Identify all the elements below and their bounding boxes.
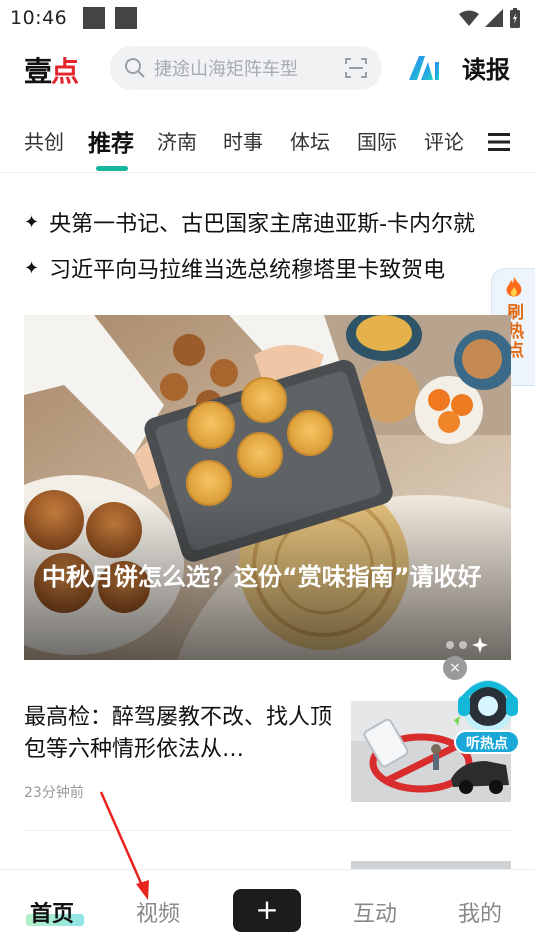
nav-video[interactable]: 视频 <box>136 896 180 928</box>
tab-recommend[interactable]: 推荐 <box>88 124 134 158</box>
battery-icon <box>510 8 520 28</box>
status-time: 10:46 <box>10 7 68 29</box>
search-icon <box>125 58 145 78</box>
active-tab-indicator <box>96 166 128 171</box>
headline-text: 央第一书记、古巴国家主席迪亚斯-卡内尔就 <box>49 212 476 237</box>
tab-jinan[interactable]: 济南 <box>157 126 197 155</box>
status-icons <box>459 8 521 28</box>
nav-mine[interactable]: 我的 <box>458 896 502 928</box>
headline-item[interactable]: ✦ 央第一书记、古巴国家主席迪亚斯-卡内尔就 <box>24 204 524 240</box>
hero-title: 中秋月饼怎么选？这份“赏味指南”请收好 <box>42 563 482 591</box>
status-bar: 10:46 <box>0 0 535 36</box>
hero-card[interactable]: 中秋月饼怎么选？这份“赏味指南”请收好 <box>24 315 511 660</box>
logo-text-right: 点 <box>51 55 79 88</box>
search-bar[interactable]: 捷途山海矩阵车型 <box>110 46 382 90</box>
menu-icon[interactable] <box>488 132 510 152</box>
publish-plus-button[interactable]: + <box>233 889 301 932</box>
notification-icon <box>83 7 106 29</box>
tabs-divider <box>0 172 535 173</box>
nav-interact[interactable]: 互动 <box>353 896 397 928</box>
wifi-icon <box>459 10 479 26</box>
news-timestamp: 23分钟前 <box>24 785 84 801</box>
carousel-dot <box>459 641 467 649</box>
headline-text: 习近平向马拉维当选总统穆塔里卡致贺电 <box>49 258 446 283</box>
notification-icon <box>115 7 138 29</box>
signal-icon <box>485 9 503 27</box>
app-header: 壹点 捷途山海矩阵车型 读报 <box>0 40 535 98</box>
headline-item[interactable]: ✦ 习近平向马拉维当选总统穆塔里卡致贺电 <box>24 250 489 286</box>
carousel-indicator <box>446 637 488 653</box>
carousel-dot <box>446 641 454 649</box>
app-logo[interactable]: 壹点 <box>24 50 79 90</box>
headline-bullet: ✦ <box>24 211 40 233</box>
tab-gongchuang[interactable]: 共创 <box>24 126 64 155</box>
tab-pinglun[interactable]: 评论 <box>424 126 464 155</box>
scan-icon[interactable] <box>344 56 368 80</box>
tab-shishi[interactable]: 时事 <box>223 126 263 155</box>
dubao-button[interactable]: 读报 <box>462 50 510 85</box>
news-list-item[interactable]: 最高检：醉驾屡教不改、找人顶包等六种情形依法从… 23分钟前 <box>24 700 511 810</box>
news-title: 最高检：醉驾屡教不改、找人顶包等六种情形依法从… <box>24 705 333 762</box>
ai-assistant-icon[interactable] <box>407 54 441 82</box>
nav-home[interactable]: 首页 <box>30 896 74 928</box>
bottom-nav: 首页 视频 + 互动 我的 <box>0 869 535 951</box>
carousel-active-star-icon <box>472 637 488 653</box>
flame-icon <box>506 277 521 297</box>
tab-guoji[interactable]: 国际 <box>357 126 397 155</box>
list-divider <box>24 830 511 831</box>
headline-bullet: ✦ <box>24 257 40 279</box>
tab-titan[interactable]: 体坛 <box>290 126 330 155</box>
search-placeholder: 捷途山海矩阵车型 <box>154 59 298 80</box>
listen-hot-label[interactable]: 听热点 <box>454 730 520 754</box>
logo-text-left: 壹 <box>24 55 52 88</box>
channel-tabs: 共创 推荐 济南 时事 体坛 国际 评论 <box>0 120 535 172</box>
